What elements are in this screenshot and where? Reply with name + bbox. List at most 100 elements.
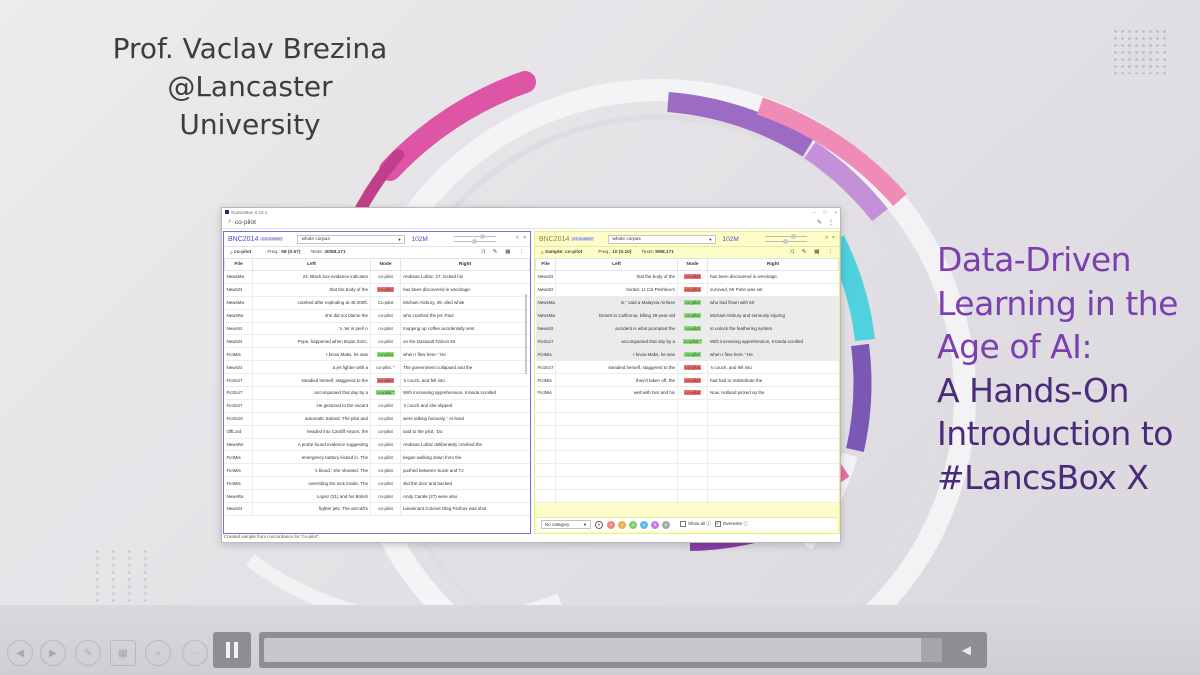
shuffle-icon[interactable]: ⤨: [480, 249, 484, 256]
table-row[interactable]: FictMis overriding the lock inside. The co…: [224, 476, 530, 491]
table-row[interactable]: FictMis I know Maks, he was co-pilot when I…: [535, 347, 839, 362]
node-keyword: co-pilot: [377, 377, 394, 383]
pen-icon[interactable]: ✎: [75, 640, 101, 666]
file-cell: NewsMa: [535, 309, 556, 323]
column-header[interactable]: File: [535, 258, 556, 271]
more-options-icon[interactable]: ⋮: [828, 219, 834, 226]
category-circle[interactable]: 3: [629, 520, 637, 529]
table-row[interactable]: FictSci7 steadied herself, staggered to t…: [535, 360, 839, 375]
category-circle[interactable]: 5: [651, 520, 659, 529]
category-circle[interactable]: 1: [607, 520, 615, 529]
scope-select[interactable]: whole corpus ▼: [608, 234, 717, 244]
column-header[interactable]: Left: [252, 258, 371, 271]
more-options-icon[interactable]: ⋮: [828, 249, 834, 256]
panel-sliders[interactable]: [765, 234, 807, 244]
column-header[interactable]: File: [224, 258, 253, 271]
progress-thumb[interactable]: [921, 638, 942, 662]
file-cell: NewsSt: [535, 283, 556, 297]
category-circle[interactable]: 4: [640, 520, 648, 529]
table-row[interactable]: FictMis's blood,' she shouted. The co-pil…: [224, 463, 530, 478]
category-select[interactable]: No category ▼: [541, 520, 591, 529]
freq-value: 58 (0.57): [281, 250, 301, 255]
corpus-name[interactable]: BNC2014: [228, 236, 258, 243]
more-icon[interactable]: ⋯: [182, 640, 208, 666]
minimize-icon[interactable]: –: [813, 210, 816, 215]
table-row[interactable]: NewsSt accident is what prompted the co-pi…: [535, 322, 839, 336]
table-row[interactable]: FictSciS automatic trained. The pilot and…: [224, 412, 530, 426]
table-row[interactable]: FictMis I know Maks, he was co-pilot when I…: [224, 347, 530, 362]
panel-close-icon[interactable]: ×: [832, 235, 835, 241]
search-input[interactable]: co-pilot: [235, 219, 256, 226]
pen-icon[interactable]: ✎: [493, 249, 498, 256]
panel-maximize-icon[interactable]: □: [516, 235, 519, 241]
grid-icon[interactable]: ▦: [110, 640, 136, 666]
table-row[interactable]: NewsSt Pope, happened when Bojan Zoric, co…: [224, 334, 530, 349]
category-circle[interactable]: 2: [618, 520, 626, 529]
node-keyword: co-pilot: [378, 467, 393, 473]
table-row[interactable]: NewsSt that the body of the co-pilot has be…: [224, 283, 530, 297]
file-cell: FictSci7: [224, 399, 253, 413]
category-circle[interactable]: 6: [662, 520, 670, 529]
table-row[interactable]: OffLord headed into Cardiff Airport, the c…: [224, 425, 530, 439]
table-row[interactable]: NewsMa Desert in California, killing 39-y…: [535, 309, 839, 323]
table-row[interactable]: NewsRe she did not blame the co-pilot who c…: [224, 309, 530, 323]
progress-bar[interactable]: ◀: [259, 632, 987, 668]
column-header[interactable]: Right: [707, 258, 839, 271]
pen-icon[interactable]: ✎: [802, 249, 807, 256]
table-row[interactable]: NewsMa crashed after exploding at 45,000f…: [224, 296, 530, 310]
left-cell: that the body of the: [252, 283, 371, 297]
table-row[interactable]: NewsSt's Jet in peril A co-pilot mopping u…: [224, 322, 530, 336]
volume-icon[interactable]: ◀: [962, 643, 971, 657]
panel-maximize-icon[interactable]: □: [825, 235, 828, 241]
progress-track[interactable]: [264, 638, 942, 662]
table-row[interactable]: NewsSt border. Lt Col Peshkov's co-pilot su…: [535, 283, 839, 297]
maximize-icon[interactable]: □: [824, 210, 827, 215]
column-header[interactable]: Node: [677, 258, 708, 271]
column-header[interactable]: Node: [370, 258, 401, 271]
table-row[interactable]: NewsSt a jet fighter with a co-pilot. " The…: [224, 360, 530, 375]
panel-close-icon[interactable]: ×: [523, 235, 526, 241]
pin-icon[interactable]: ✎: [817, 219, 822, 226]
node-cell: co-pilot: [370, 476, 401, 491]
column-header[interactable]: Right: [400, 258, 530, 271]
panel-sliders[interactable]: [454, 234, 496, 244]
show-all-checkbox[interactable]: [680, 521, 686, 528]
table-row[interactable]: FictSci7 accompanied that day by a co-pilo…: [535, 334, 839, 349]
more-options-icon[interactable]: ⋮: [519, 249, 525, 256]
left-cell: steadied herself, staggered to the: [252, 373, 371, 388]
table-row[interactable]: NewsMa is," said a Malaysia Airlines co-pi…: [535, 296, 839, 310]
table-row[interactable]: NewsSt fighter jets. The aircraft's co-pil…: [224, 502, 530, 516]
next-icon[interactable]: ▶: [40, 640, 66, 666]
pause-button[interactable]: [213, 632, 251, 668]
table-row[interactable]: FictSci7 steadied herself, staggered to t…: [224, 373, 530, 388]
table-row[interactable]: NewsRe A probe found evidence suggesting c…: [224, 438, 530, 452]
table-row[interactable]: FictMis emergency battery kicked in. The c…: [224, 450, 530, 465]
clear-category-icon[interactable]: ✕: [595, 520, 603, 529]
empty-row: [535, 489, 839, 504]
table-row[interactable]: NewsRe Lopez (31) and his British co-pilot…: [224, 489, 530, 504]
left-cell: I know Maks, he was: [555, 347, 678, 362]
scrollbar[interactable]: [525, 294, 527, 374]
table-row[interactable]: NewsMa 24. Black box evidence indicates co…: [224, 270, 530, 284]
column-header[interactable]: Left: [555, 258, 678, 271]
table-row[interactable]: FictMis they'd taken off, the co-pilot had …: [535, 373, 839, 388]
node-cell: co-pilot: [677, 386, 708, 400]
table-icon[interactable]: ▦: [814, 249, 819, 256]
overwrite-checkbox[interactable]: [714, 521, 721, 528]
corpus-tag: 2.0 CLAWS7: [260, 237, 284, 241]
table-row[interactable]: FictSci7 accompanied that day by a co-pilo…: [224, 386, 530, 400]
table-row[interactable]: NewsSt that the body of the co-pilot has be…: [535, 270, 839, 284]
scope-select[interactable]: whole corpus ▼: [297, 234, 406, 244]
table-row[interactable]: FictMis well with him and his co-pilot Now,…: [535, 386, 839, 400]
close-icon[interactable]: ×: [834, 210, 837, 215]
table-row[interactable]: FictSci7 He gestured to the vacant co-pilo…: [224, 399, 530, 413]
zoom-icon[interactable]: ⌕: [145, 640, 171, 666]
node-keyword: co-pilot: [684, 313, 701, 319]
corpus-name[interactable]: BNC2014: [539, 236, 569, 243]
shuffle-icon[interactable]: ⤨: [789, 249, 793, 256]
prev-icon[interactable]: ◀: [7, 640, 33, 666]
node-cell: co-pilot: [370, 334, 401, 349]
file-cell: NewsSt: [224, 360, 253, 375]
node-cell: co-pilot.": [370, 386, 401, 400]
table-icon[interactable]: ▦: [505, 249, 510, 256]
